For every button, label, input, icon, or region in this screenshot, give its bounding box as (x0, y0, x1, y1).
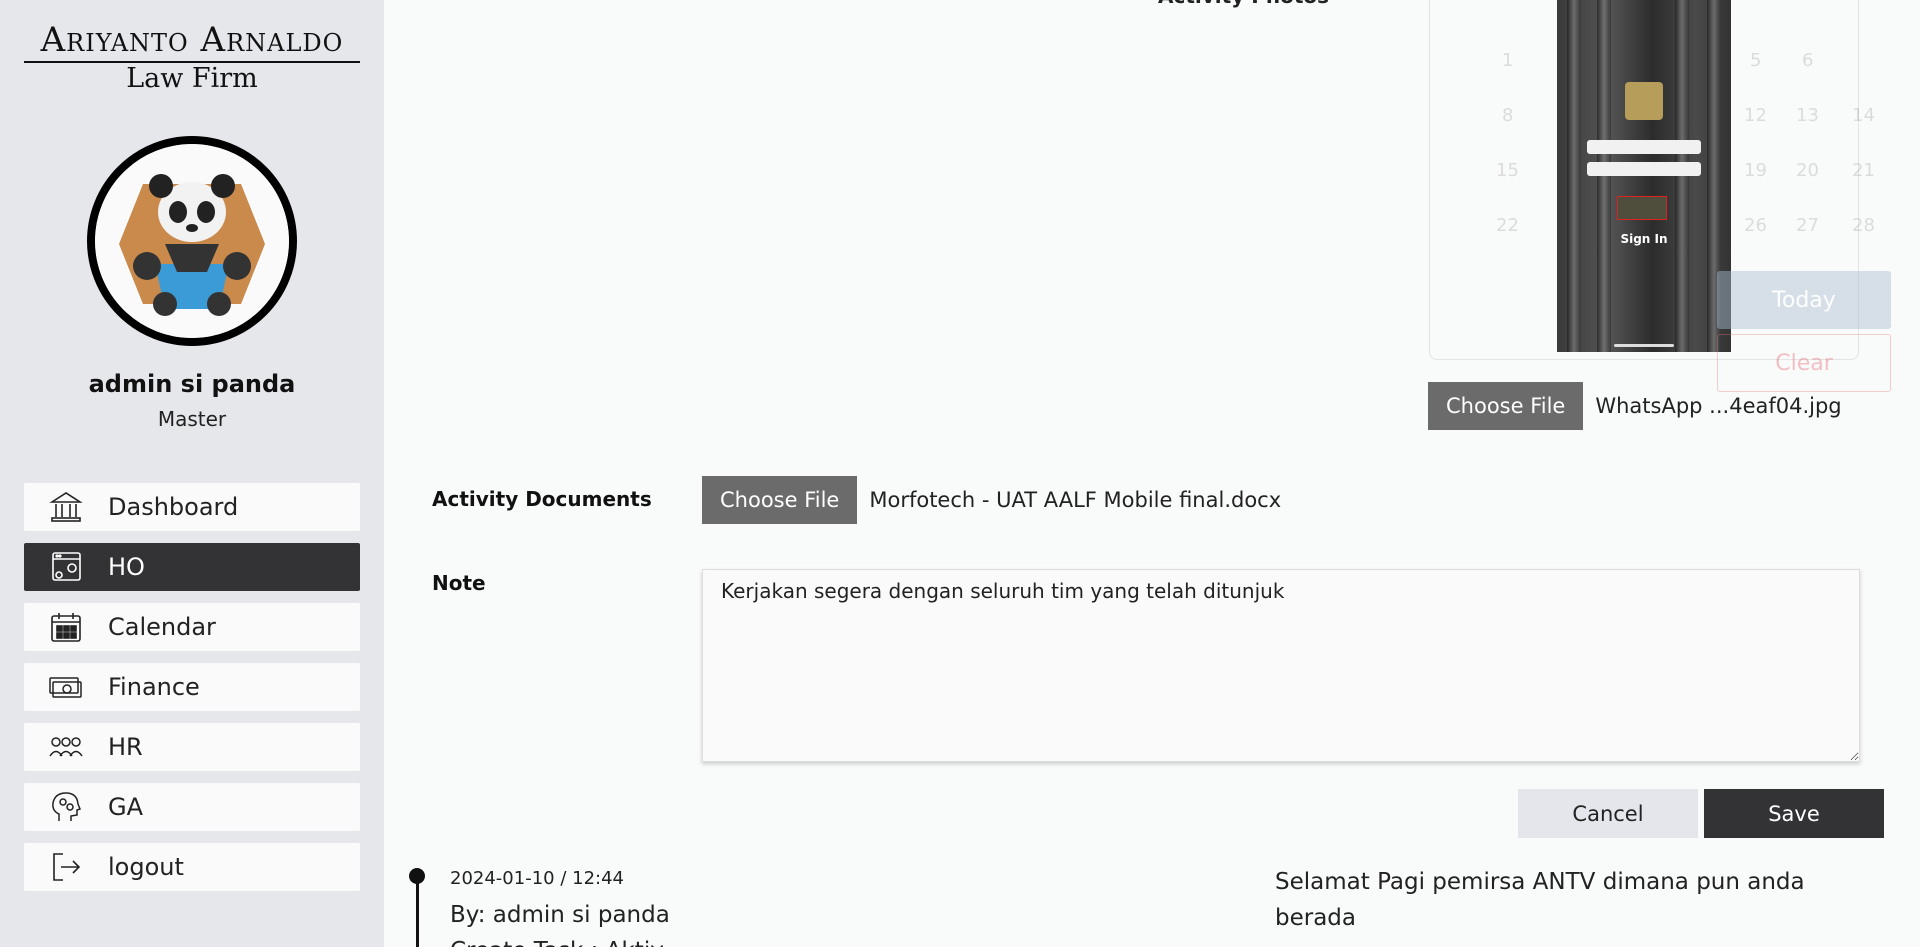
preview-sign-in-text: Sign In (1620, 232, 1668, 246)
sidebar-item-hr[interactable]: HR (24, 723, 360, 771)
sidebar-item-label: Calendar (108, 613, 216, 641)
documents-file-name: Morfotech - UAT AALF Mobile final.docx (869, 488, 1282, 512)
people-icon (46, 727, 86, 767)
money-icon (46, 667, 86, 707)
timeline-line (416, 880, 419, 947)
app-logo-icon (1625, 82, 1663, 120)
calendar-today-button[interactable]: Today (1717, 271, 1891, 329)
head-gears-icon (46, 787, 86, 827)
user-name: admin si panda (88, 370, 296, 398)
sidebar-item-label: GA (108, 793, 144, 821)
sidebar-item-ho[interactable]: HO (24, 543, 360, 591)
sidebar-item-ga[interactable]: GA (24, 783, 360, 831)
logo-line2: Law Firm (126, 63, 258, 94)
activity-documents-label: Activity Documents (432, 487, 652, 511)
documents-file-input: Choose File Morfotech - UAT AALF Mobile … (702, 476, 1281, 524)
photos-file-name: WhatsApp ...4eaf04.jpg (1595, 394, 1842, 418)
preview-email-field (1587, 140, 1701, 154)
photo-preview-image: Sign In (1557, 0, 1731, 352)
timeline-message: Selamat Pagi pemirsa ANTV dimana pun and… (1275, 869, 1805, 931)
sidebar-item-finance[interactable]: Finance (24, 663, 360, 711)
sidebar-nav: Dashboard HO Calendar Finance HR GA logo… (24, 483, 360, 903)
sidebar-item-logout[interactable]: logout (24, 843, 360, 891)
note-textarea[interactable]: Kerjakan segera dengan seluruh tim yang … (702, 569, 1860, 762)
user-role: Master (157, 407, 227, 431)
timeline-date: 2024-01-10 / 12:44 (450, 868, 624, 889)
photos-choose-file-button[interactable]: Choose File (1428, 382, 1584, 430)
cancel-button[interactable]: Cancel (1518, 789, 1698, 838)
sidebar-item-label: Dashboard (108, 493, 239, 521)
sidebar-item-label: Finance (108, 673, 200, 701)
sidebar: Ariyanto Arnaldo Law Firm admin si panda… (0, 0, 384, 947)
logo-line1: Ariyanto Arnaldo (24, 20, 360, 63)
preview-password-field (1587, 162, 1701, 176)
timeline-author: By: admin si panda (450, 902, 670, 928)
photos-file-input: Choose File WhatsApp ...4eaf04.jpg (1428, 382, 1842, 430)
sidebar-item-label: HR (108, 733, 143, 761)
logout-icon (46, 847, 86, 887)
bank-icon (46, 487, 86, 527)
preview-home-bar (1614, 344, 1674, 347)
firm-logo: Ariyanto Arnaldo Law Firm (24, 20, 360, 95)
sidebar-item-dashboard[interactable]: Dashboard (24, 483, 360, 531)
activity-photos-label: Activity Photos (1158, 0, 1329, 8)
main-content: Activity Photos 156 8121314 15192021 222… (384, 0, 1920, 947)
calendar-icon (46, 607, 86, 647)
panda-avatar-icon (95, 144, 289, 338)
documents-choose-file-button[interactable]: Choose File (702, 476, 858, 524)
note-label: Note (432, 571, 486, 595)
preview-login-button (1617, 196, 1667, 220)
timeline-task-text: Create Task : Aktiv (450, 938, 664, 947)
settings-window-icon (46, 547, 86, 587)
save-button[interactable]: Save (1704, 789, 1884, 838)
sidebar-item-label: HO (108, 553, 145, 581)
avatar (87, 136, 297, 346)
sidebar-item-calendar[interactable]: Calendar (24, 603, 360, 651)
sidebar-item-label: logout (108, 853, 184, 881)
